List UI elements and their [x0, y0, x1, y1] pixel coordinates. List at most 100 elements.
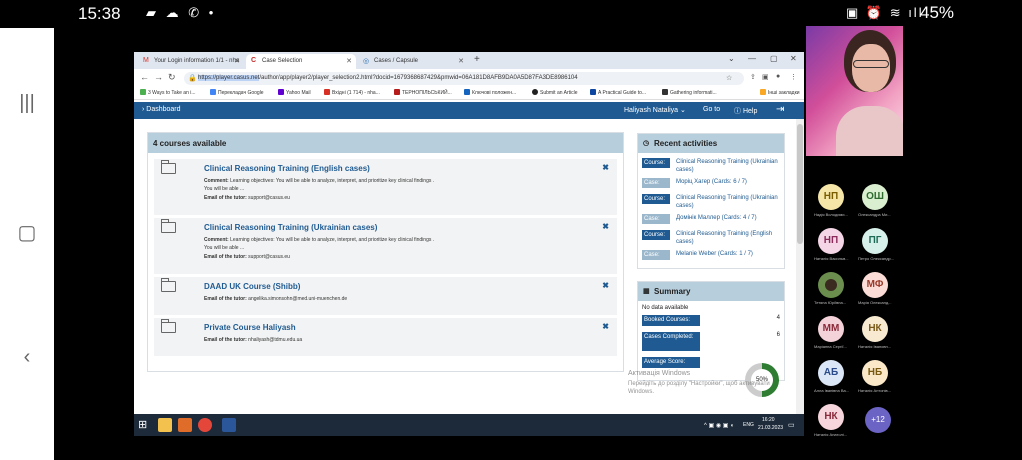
share-icon[interactable]: ⇪ — [750, 73, 756, 81]
browser-toolbar: ← → ↻ 🔒 https://player.casus.net/author/… — [134, 69, 804, 87]
remove-course-icon[interactable]: ✖ — [602, 222, 609, 231]
forward-arrow-icon[interactable]: → — [154, 72, 163, 82]
course-item[interactable]: DAAD UK Course (Shibb) ✖ Email of the tu… — [154, 277, 617, 315]
windows-taskbar: ⊞ ^ ▣ ◉ ▣ ◖ ENG 16:20 21.03.2023 ▭ — [134, 414, 804, 436]
chart-icon: ▦ — [643, 288, 650, 295]
close-tab-icon[interactable]: ✕ — [234, 57, 240, 65]
participant-avatar[interactable]: НБ — [862, 360, 888, 386]
bookmark-item[interactable]: A Practical Guide to... — [590, 89, 646, 96]
participant-name: Наталія Антонів... — [858, 388, 891, 393]
participant-name: Алла Іванівна Ва... — [814, 388, 850, 393]
tab-search-chevron-icon[interactable]: ⌄ — [728, 54, 735, 63]
back-arrow-icon[interactable]: ← — [140, 72, 149, 82]
summary-row: Cases Completed: 6 — [642, 332, 782, 352]
recent-activity-item[interactable]: Case: Melanie Weber (Cards: 1 / 7) — [642, 250, 782, 262]
course-title[interactable]: Clinical Reasoning Training (Ukrainian c… — [204, 223, 377, 232]
participant-avatar[interactable]: НП — [818, 228, 844, 254]
course-item[interactable]: Clinical Reasoning Training (Ukrainian c… — [154, 218, 617, 274]
participant-name: Олександра Ми... — [858, 212, 891, 217]
recent-activity-item[interactable]: Course: Clinical Reasoning Training (Engl… — [642, 230, 782, 248]
courses-panel: 4 courses available Clinical Reasoning T… — [147, 132, 624, 372]
score-donut: 50% — [745, 363, 779, 397]
tab-cases-capsule[interactable]: ◎ Cases / Capsule ✕ — [358, 54, 468, 69]
windows-start-icon[interactable]: ⊞ — [138, 418, 152, 432]
participant-avatar[interactable]: АБ — [818, 360, 844, 386]
folder-icon — [161, 278, 176, 292]
participant-avatar[interactable]: НП — [818, 184, 844, 210]
bookmark-item[interactable]: Вхідні (1 714) - nha... — [324, 89, 380, 96]
recent-activities-panel: ◷ Recent activities Course: Clinical Reaso… — [637, 133, 785, 269]
home-icon[interactable]: ▢ — [14, 220, 40, 245]
participant-avatar[interactable]: НК — [862, 316, 888, 342]
battery-level: 45% — [920, 3, 955, 22]
maximize-icon[interactable]: ▢ — [770, 54, 778, 63]
bookmark-item[interactable]: Submit an Article — [532, 89, 578, 96]
vertical-scrollbar[interactable] — [796, 119, 804, 436]
word-icon[interactable] — [222, 418, 236, 432]
participant-name: Наталія Васильв... — [814, 256, 849, 261]
star-icon[interactable]: ☆ — [726, 74, 732, 82]
participant-avatar[interactable]: ОШ — [862, 184, 888, 210]
remove-course-icon[interactable]: ✖ — [602, 322, 609, 331]
bookmark-item[interactable]: Yahoo Mail — [278, 89, 311, 96]
help-button[interactable]: ⓘ Help — [734, 106, 757, 116]
bookmark-item[interactable]: Ключові положен... — [464, 89, 516, 96]
taskbar-time: 16:20 — [762, 417, 775, 423]
windows-activation-title: Активація Windows — [628, 370, 691, 377]
logout-icon[interactable]: ⇥ — [776, 104, 784, 115]
user-menu[interactable]: Haliyash Nataliya ⌄ — [624, 106, 686, 114]
tab-case-selection[interactable]: C Case Selection ✕ — [246, 54, 356, 69]
speaker-video-tile[interactable] — [806, 26, 903, 156]
back-icon[interactable]: ‹ — [14, 346, 40, 369]
participant-avatar[interactable] — [818, 272, 844, 298]
course-item[interactable]: Private Course Haliyash ✖ Email of the t… — [154, 318, 617, 356]
recent-activity-item[interactable]: Course: Clinical Reasoning Training (Ukra… — [642, 158, 782, 176]
participant-name: Наталія Анатолі... — [814, 432, 848, 437]
recent-activity-item[interactable]: Case: Моріц Хагер (Cards: 6 / 7) — [642, 178, 782, 190]
participant-avatar[interactable]: ММ — [818, 316, 844, 342]
notification-center-icon[interactable]: ▭ — [788, 421, 795, 429]
close-tab-icon[interactable]: ✕ — [458, 57, 464, 65]
more-participants-button[interactable]: +12 — [865, 407, 891, 433]
goto-menu[interactable]: Go to — [703, 106, 720, 113]
extensions-icon[interactable]: ▣ — [762, 73, 769, 81]
new-tab-button[interactable]: + — [474, 54, 480, 65]
bookmark-folder-other[interactable]: Інші закладки — [760, 89, 800, 96]
course-item[interactable]: Clinical Reasoning Training (English cas… — [154, 159, 617, 215]
profile-icon[interactable]: ● — [776, 73, 780, 80]
reload-icon[interactable]: ↻ — [168, 72, 176, 83]
dashboard-link[interactable]: › Dashboard — [142, 106, 181, 113]
course-title[interactable]: Private Course Haliyash — [204, 323, 296, 332]
close-tab-icon[interactable]: ✕ — [346, 57, 352, 65]
participant-avatar[interactable]: ПГ — [862, 228, 888, 254]
file-explorer-icon[interactable] — [158, 418, 172, 432]
main-content: 4 courses available Clinical Reasoning T… — [134, 119, 796, 436]
close-window-icon[interactable]: ✕ — [790, 54, 797, 63]
course-title[interactable]: DAAD UK Course (Shibb) — [204, 282, 300, 291]
participant-avatar[interactable]: МФ — [862, 272, 888, 298]
bookmark-item[interactable]: Gathering informati... — [662, 89, 717, 96]
tab-gmail[interactable]: M Your Login information 1/1 - nha ✕ — [138, 54, 244, 69]
bookmarks-bar: 3 Ways to Take an i... Перекладач Google… — [134, 87, 804, 100]
course-title[interactable]: Clinical Reasoning Training (English cas… — [204, 164, 370, 173]
bookmark-item[interactable]: ТЕРНОПІЛЬСЬКИЙ... — [394, 89, 452, 96]
minimize-icon[interactable]: — — [748, 54, 756, 63]
glasses — [853, 60, 889, 68]
gmail-icon: M — [143, 57, 149, 64]
bookmark-item[interactable]: Перекладач Google — [210, 89, 264, 96]
recent-activity-item[interactable]: Course: Clinical Reasoning Training (Ukra… — [642, 194, 782, 212]
remove-course-icon[interactable]: ✖ — [602, 281, 609, 290]
bookmark-item[interactable]: 3 Ways to Take an i... — [140, 89, 196, 96]
tray-icons: ^ ▣ ◉ ▣ ◖ — [704, 423, 734, 429]
chrome-icon[interactable] — [198, 418, 212, 432]
participant-avatar[interactable]: НК — [818, 404, 844, 430]
app-icon[interactable] — [178, 418, 192, 432]
recent-activities-header: Recent activities — [654, 139, 718, 148]
menu-kebab-icon[interactable]: ⋮ — [790, 73, 797, 81]
remove-course-icon[interactable]: ✖ — [602, 163, 609, 172]
recents-icon[interactable]: ||| — [14, 92, 40, 115]
shared-screen: M Your Login information 1/1 - nha ✕ C C… — [134, 52, 804, 436]
recent-activity-item[interactable]: Case: Домінік Маллер (Cards: 4 / 7) — [642, 214, 782, 226]
language-indicator[interactable]: ENG — [743, 422, 754, 428]
address-bar[interactable]: 🔒 https://player.casus.net/author/app/pl… — [184, 72, 744, 85]
